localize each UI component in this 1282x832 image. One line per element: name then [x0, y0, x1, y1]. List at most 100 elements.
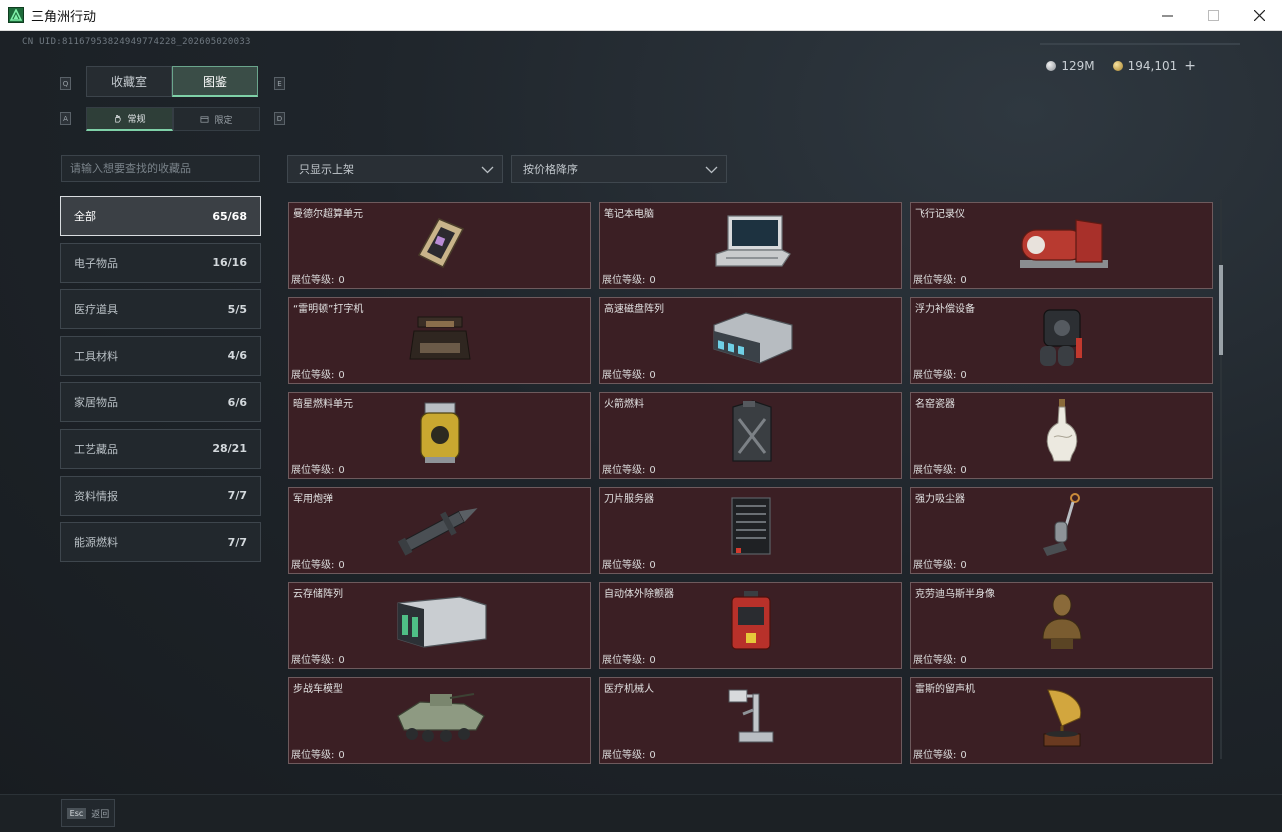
- collection-item-card[interactable]: 医疗机械人 展位等级: 0: [599, 677, 902, 764]
- item-level: 展位等级: 0: [602, 271, 656, 286]
- header-divider: [1040, 43, 1240, 45]
- item-level: 展位等级: 0: [291, 271, 345, 286]
- ifv-model-icon: [396, 693, 485, 743]
- level-label: 展位等级:: [913, 275, 957, 286]
- cloud-storage-icon: [396, 596, 487, 648]
- laptop-icon: [714, 215, 791, 267]
- item-level: 展位等级: 0: [291, 556, 345, 571]
- collection-item-card[interactable]: 浮力补偿设备 展位等级: 0: [910, 297, 1213, 384]
- back-button[interactable]: Esc 返回: [61, 799, 115, 827]
- sort-dropdown[interactable]: 按价格降序: [511, 155, 727, 183]
- level-value: 0: [649, 465, 656, 476]
- category-electronics[interactable]: 电子物品 16/16: [60, 242, 261, 283]
- maximize-button[interactable]: [1190, 0, 1236, 31]
- sub-tabs: 常规 限定: [86, 107, 260, 131]
- level-value: 0: [649, 655, 656, 666]
- flight-recorder-icon: [1019, 219, 1108, 269]
- collection-item-card[interactable]: 火箭燃料 展位等级: 0: [599, 392, 902, 479]
- category-energy[interactable]: 能源燃料 7/7: [60, 522, 261, 563]
- item-level: 展位等级: 0: [291, 651, 345, 666]
- hand-icon: [115, 114, 122, 123]
- collection-item-card[interactable]: “雷明顿”打字机 展位等级: 0: [288, 297, 591, 384]
- level-value: 0: [649, 275, 656, 286]
- category-count: 7/7: [227, 535, 247, 549]
- delta-logo-icon: [8, 7, 24, 23]
- item-name: 名窑瓷器: [915, 399, 955, 410]
- key-hint-next-tab: E: [274, 77, 285, 90]
- category-household[interactable]: 家居物品 6/6: [60, 382, 261, 423]
- tab-collection-room[interactable]: 收藏室: [86, 66, 172, 97]
- collection-item-card[interactable]: 名窑瓷器 展位等级: 0: [910, 392, 1213, 479]
- level-label: 展位等级:: [291, 465, 335, 476]
- scrollbar-thumb[interactable]: [1219, 265, 1223, 355]
- gramophone-icon: [1043, 689, 1081, 747]
- category-count: 65/68: [212, 209, 247, 223]
- item-name: 步战车模型: [293, 684, 343, 695]
- sort-value: 按价格降序: [523, 163, 578, 176]
- item-level: 展位等级: 0: [913, 366, 967, 381]
- item-name: 火箭燃料: [604, 399, 644, 410]
- collection-item-card[interactable]: 笔记本电脑 展位等级: 0: [599, 202, 902, 289]
- level-label: 展位等级:: [291, 275, 335, 286]
- level-value: 0: [649, 750, 656, 761]
- item-level: 展位等级: 0: [291, 746, 345, 761]
- category-label: 能源燃料: [74, 536, 118, 550]
- minimize-button[interactable]: [1144, 0, 1190, 31]
- category-all[interactable]: 全部 65/68: [60, 196, 261, 236]
- close-button[interactable]: [1236, 0, 1282, 31]
- category-count: 6/6: [227, 395, 247, 409]
- collection-item-card[interactable]: 自动体外除颤器 展位等级: 0: [599, 582, 902, 669]
- level-value: 0: [960, 465, 967, 476]
- collection-item-card[interactable]: 强力吸尘器 展位等级: 0: [910, 487, 1213, 574]
- subtab-regular[interactable]: 常规: [86, 107, 173, 131]
- item-level: 展位等级: 0: [913, 746, 967, 761]
- collection-item-card[interactable]: 刀片服务器 展位等级: 0: [599, 487, 902, 574]
- category-crafts[interactable]: 工艺藏品 28/21: [60, 428, 261, 469]
- add-currency-button[interactable]: +: [1184, 58, 1196, 74]
- item-level: 展位等级: 0: [602, 651, 656, 666]
- item-level: 展位等级: 0: [913, 461, 967, 476]
- porcelain-vase-icon: [1046, 399, 1077, 462]
- limited-icon: [201, 115, 209, 123]
- category-label: 工具材料: [74, 349, 118, 363]
- collection-item-card[interactable]: 克劳迪乌斯半身像 展位等级: 0: [910, 582, 1213, 669]
- item-name: 暗星燃料单元: [293, 399, 353, 410]
- collection-item-card[interactable]: 雷斯的留声机 展位等级: 0: [910, 677, 1213, 764]
- tab-catalog[interactable]: 图鉴: [172, 66, 258, 97]
- player-uid: CN UID:811679538249497742​28_20260502003…: [22, 37, 251, 47]
- subtab-limited[interactable]: 限定: [173, 107, 260, 131]
- currency-gold[interactable]: 194,101 +: [1112, 58, 1196, 74]
- level-label: 展位等级:: [291, 370, 335, 381]
- level-label: 展位等级:: [913, 465, 957, 476]
- collection-item-card[interactable]: 高速磁盘阵列 展位等级: 0: [599, 297, 902, 384]
- shelf-filter-dropdown[interactable]: 只显示上架: [287, 155, 503, 183]
- artillery-shell-icon: [397, 508, 478, 556]
- collection-screen: CN UID:811679538249497742​28_20260502003…: [0, 31, 1282, 832]
- level-label: 展位等级:: [602, 750, 646, 761]
- search-input[interactable]: [61, 155, 260, 182]
- item-name: 飞行记录仪: [915, 209, 965, 220]
- collection-item-card[interactable]: 云存储阵列 展位等级: 0: [288, 582, 591, 669]
- collection-item-card[interactable]: 飞行记录仪 展位等级: 0: [910, 202, 1213, 289]
- currency-bar: 129M 194,101 +: [1046, 58, 1196, 74]
- chevron-down-icon: [481, 166, 494, 174]
- collection-item-card[interactable]: 曼德尔超算单元 展位等级: 0: [288, 202, 591, 289]
- main-tabs: 收藏室 图鉴: [86, 66, 258, 97]
- item-level: 展位等级: 0: [602, 461, 656, 476]
- category-label: 工艺藏品: [74, 442, 118, 456]
- window-title: 三角洲行动: [31, 9, 97, 25]
- category-tools[interactable]: 工具材料 4/6: [60, 335, 261, 376]
- item-name: 强力吸尘器: [915, 494, 965, 505]
- level-label: 展位等级:: [602, 370, 646, 381]
- minimize-icon: [1161, 15, 1173, 17]
- item-level: 展位等级: 0: [913, 556, 967, 571]
- item-name: 笔记本电脑: [604, 209, 654, 220]
- collection-item-card[interactable]: 步战车模型 展位等级: 0: [288, 677, 591, 764]
- collection-item-card[interactable]: 暗星燃料单元 展位等级: 0: [288, 392, 591, 479]
- item-level: 展位等级: 0: [291, 461, 345, 476]
- category-medical[interactable]: 医疗道具 5/5: [60, 289, 261, 330]
- category-intel[interactable]: 资料情报 7/7: [60, 475, 261, 516]
- level-value: 0: [960, 370, 967, 381]
- esc-key-hint: Esc: [66, 807, 87, 819]
- collection-item-card[interactable]: 军用炮弹 展位等级: 0: [288, 487, 591, 574]
